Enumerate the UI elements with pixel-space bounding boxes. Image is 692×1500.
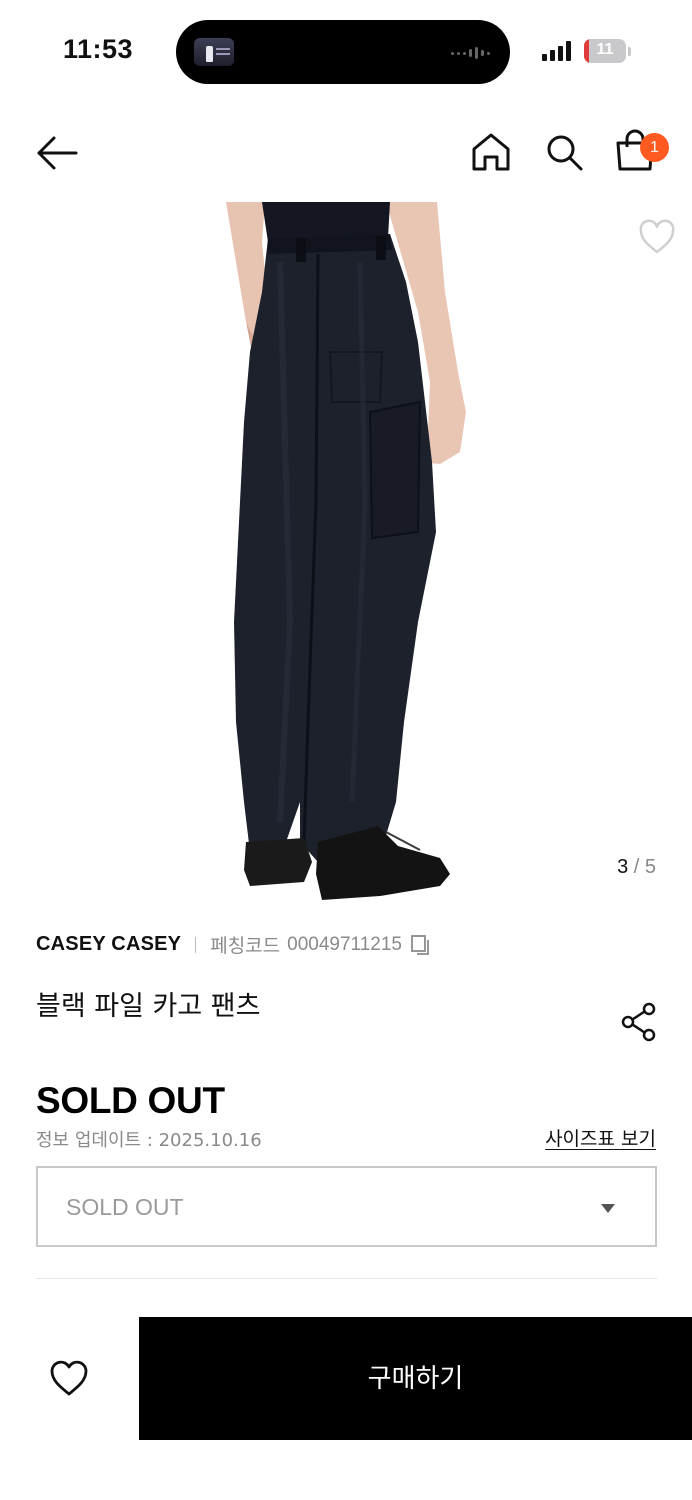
cellular-signal-icon xyxy=(542,41,571,61)
brand-divider xyxy=(195,936,197,953)
wishlist-button-bottom[interactable] xyxy=(48,1358,90,1398)
now-playing-artwork xyxy=(194,38,234,66)
option-select[interactable]: SOLD OUT xyxy=(36,1166,657,1247)
copy-icon xyxy=(411,934,429,955)
share-button[interactable] xyxy=(620,1002,658,1042)
product-title: 블랙 파일 카고 팬츠 xyxy=(36,991,261,1022)
copy-code-button[interactable] xyxy=(410,934,432,956)
battery-icon: 11 xyxy=(584,39,626,63)
dynamic-island[interactable] xyxy=(176,20,510,84)
search-button[interactable] xyxy=(544,131,584,173)
image-pager: 3 / 5 xyxy=(617,856,656,879)
home-button[interactable] xyxy=(470,131,512,173)
share-icon xyxy=(621,1002,656,1042)
section-divider xyxy=(36,1278,657,1279)
size-chart-link[interactable]: 사이즈표 보기 xyxy=(545,1124,656,1151)
product-code-value: 00049711215 xyxy=(287,933,402,955)
pager-current: 3 xyxy=(617,856,629,878)
cart-count-badge: 1 xyxy=(640,133,669,162)
pager-total: 5 xyxy=(644,856,656,878)
audio-waveform-icon xyxy=(451,47,490,59)
product-photo-pants xyxy=(226,202,466,900)
wishlist-button-top[interactable] xyxy=(638,219,676,255)
search-icon xyxy=(547,135,583,171)
buy-button[interactable]: 구매하기 xyxy=(139,1317,692,1440)
arrow-left-icon xyxy=(37,136,78,170)
battery-tip xyxy=(628,47,631,56)
brand-row: CASEY CASEY 페칭코드 00049711215 xyxy=(36,931,432,958)
battery-level: 11 xyxy=(596,41,614,58)
back-button[interactable] xyxy=(36,134,78,172)
heart-outline-icon xyxy=(639,219,675,254)
product-code-label: 페칭코드 xyxy=(210,935,281,957)
pager-separator: / xyxy=(633,856,640,878)
status-time: 11:53 xyxy=(63,34,134,64)
info-update-date: 정보 업데이트 : 2025.10.16 xyxy=(36,1130,262,1151)
price-status: SOLD OUT xyxy=(36,1080,225,1121)
option-select-value: SOLD OUT xyxy=(66,1194,184,1220)
product-image[interactable] xyxy=(0,202,692,910)
home-icon xyxy=(472,133,510,171)
caret-down-icon xyxy=(601,1204,615,1213)
heart-outline-icon xyxy=(50,1360,88,1396)
brand-name[interactable]: CASEY CASEY xyxy=(36,933,181,956)
